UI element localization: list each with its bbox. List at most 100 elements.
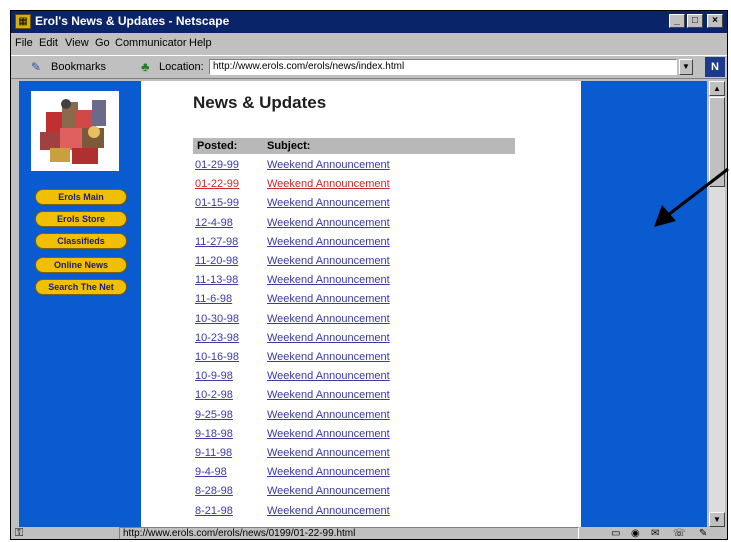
row-subject-link[interactable]: Weekend Announcement <box>267 447 390 459</box>
row-subject-link[interactable]: Weekend Announcement <box>267 428 390 440</box>
page-viewport: Erols Main Erols Store Classifieds Onlin… <box>19 81 707 527</box>
news-page: News & Updates Posted: Subject: 01-29-99… <box>141 81 581 527</box>
table-header: Posted: Subject: <box>193 138 515 154</box>
close-button[interactable]: × <box>707 14 723 28</box>
nav-erols-main[interactable]: Erols Main <box>35 189 127 205</box>
menu-file[interactable]: File <box>15 37 33 49</box>
navigator-icon[interactable]: ◉ <box>631 528 640 539</box>
title-bar: ▦ Erol's News & Updates - Netscape _ □ × <box>11 11 727 33</box>
row-subject-link[interactable]: Weekend Announcement <box>267 409 390 421</box>
row-subject-link[interactable]: Weekend Announcement <box>267 332 390 344</box>
nav-classifieds[interactable]: Classifieds <box>35 233 127 249</box>
discussion-icon[interactable]: ☏ <box>673 528 686 539</box>
table-row: 11-13-98 Weekend Announcement <box>193 274 513 292</box>
table-row: 8-28-98 Weekend Announcement <box>193 485 513 503</box>
scroll-down-button[interactable]: ▼ <box>709 512 725 527</box>
table-row: 11-20-98 Weekend Announcement <box>193 255 513 273</box>
row-subject-link[interactable]: Weekend Announcement <box>267 370 390 382</box>
row-date-link[interactable]: 9-18-98 <box>195 428 233 440</box>
row-date-link[interactable]: 01-22-99 <box>195 178 239 190</box>
row-date-link[interactable]: 10-9-98 <box>195 370 233 382</box>
row-date-link[interactable]: 11-13-98 <box>195 274 238 286</box>
row-date-link[interactable]: 01-15-99 <box>195 197 239 209</box>
table-row: 10-23-98 Weekend Announcement <box>193 332 513 350</box>
mail-icon[interactable]: ✉ <box>651 528 659 539</box>
menu-communicator[interactable]: Communicator <box>115 37 187 49</box>
scroll-up-button[interactable]: ▲ <box>709 81 725 96</box>
bookmarks-button[interactable]: Bookmarks <box>51 61 106 73</box>
row-date-link[interactable]: 10-23-98 <box>195 332 239 344</box>
security-lock-icon[interactable]: ⚿ <box>15 527 23 539</box>
row-date-link[interactable]: 10-16-98 <box>195 351 239 363</box>
maximize-button[interactable]: □ <box>687 14 703 28</box>
row-date-link[interactable]: 9-25-98 <box>195 409 233 421</box>
table-row: 01-22-99 Weekend Announcement <box>193 178 513 196</box>
nav-online-news[interactable]: Online News <box>35 257 127 273</box>
menu-view[interactable]: View <box>65 37 89 49</box>
table-row: 10-30-98 Weekend Announcement <box>193 313 513 331</box>
table-row: 8-21-98 Weekend Announcement <box>193 505 513 523</box>
table-row: 12-4-98 Weekend Announcement <box>193 217 513 235</box>
table-row: 10-2-98 Weekend Announcement <box>193 389 513 407</box>
netscape-icon: ▦ <box>15 14 31 29</box>
browser-window: ▦ Erol's News & Updates - Netscape _ □ ×… <box>10 10 728 540</box>
url-field[interactable]: http://www.erols.com/erols/news/index.ht… <box>209 59 677 75</box>
location-toolbar: ✎ Bookmarks ♣ Location: http://www.erols… <box>11 55 727 79</box>
table-row: 10-16-98 Weekend Announcement <box>193 351 513 369</box>
table-row: 01-15-99 Weekend Announcement <box>193 197 513 215</box>
row-subject-link[interactable]: Weekend Announcement <box>267 389 390 401</box>
menu-edit[interactable]: Edit <box>39 37 58 49</box>
table-row: 11-6-98 Weekend Announcement <box>193 293 513 311</box>
nav-erols-store[interactable]: Erols Store <box>35 211 127 227</box>
location-icon: ♣ <box>141 59 150 74</box>
row-date-link[interactable]: 12-4-98 <box>195 217 233 229</box>
bookmarks-icon[interactable]: ✎ <box>31 60 47 74</box>
left-nav: Erols Main Erols Store Classifieds Onlin… <box>19 81 131 527</box>
table-row: 9-4-98 Weekend Announcement <box>193 466 513 484</box>
nav-search-the-net[interactable]: Search The Net <box>35 279 127 295</box>
row-date-link[interactable]: 01-29-99 <box>195 159 239 171</box>
row-subject-link[interactable]: Weekend Announcement <box>267 485 390 497</box>
row-subject-link[interactable]: Weekend Announcement <box>267 236 390 248</box>
row-subject-link[interactable]: Weekend Announcement <box>267 351 390 363</box>
composer-icon[interactable]: ✎ <box>699 528 707 539</box>
row-subject-link[interactable]: Weekend Announcement <box>267 217 390 229</box>
row-subject-link[interactable]: Weekend Announcement <box>267 197 390 209</box>
menu-bar: File Edit View Go Communicator Help <box>11 34 727 54</box>
logo-collage-icon <box>32 92 118 170</box>
status-text: http://www.erols.com/erols/news/0199/01-… <box>119 527 579 539</box>
table-row: 11-27-98 Weekend Announcement <box>193 236 513 254</box>
table-row: 9-18-98 Weekend Announcement <box>193 428 513 446</box>
row-subject-link[interactable]: Weekend Announcement <box>267 466 390 478</box>
erols-logo[interactable] <box>31 91 119 171</box>
column-posted: Posted: <box>197 140 238 152</box>
row-date-link[interactable]: 11-27-98 <box>195 236 238 248</box>
url-dropdown-button[interactable]: ▼ <box>679 59 693 75</box>
menu-go[interactable]: Go <box>95 37 110 49</box>
row-subject-link[interactable]: Weekend Announcement <box>267 313 390 325</box>
menu-help[interactable]: Help <box>189 37 212 49</box>
row-date-link[interactable]: 8-28-98 <box>195 485 233 497</box>
minimize-button[interactable]: _ <box>669 14 685 28</box>
row-date-link[interactable]: 10-2-98 <box>195 389 233 401</box>
row-date-link[interactable]: 9-4-98 <box>195 466 227 478</box>
row-subject-link[interactable]: Weekend Announcement <box>267 255 390 267</box>
window-title: Erol's News & Updates - Netscape <box>35 14 230 28</box>
page-title: News & Updates <box>193 93 327 112</box>
row-subject-link[interactable]: Weekend Announcement <box>267 293 390 305</box>
row-date-link[interactable]: 9-11-98 <box>195 447 232 459</box>
row-subject-link[interactable]: Weekend Announcement <box>267 505 390 517</box>
location-label: Location: <box>159 61 204 73</box>
netscape-logo[interactable]: N <box>705 57 725 77</box>
row-subject-link[interactable]: Weekend Announcement <box>267 159 390 171</box>
row-date-link[interactable]: 11-20-98 <box>195 255 238 267</box>
row-date-link[interactable]: 10-30-98 <box>195 313 239 325</box>
row-subject-link[interactable]: Weekend Announcement <box>267 178 390 190</box>
row-subject-link[interactable]: Weekend Announcement <box>267 274 390 286</box>
pointer-arrow-icon <box>654 167 729 227</box>
vertical-scrollbar[interactable]: ▲ ▼ <box>709 81 725 527</box>
table-row: 10-9-98 Weekend Announcement <box>193 370 513 388</box>
row-date-link[interactable]: 11-6-98 <box>195 293 232 305</box>
row-date-link[interactable]: 8-21-98 <box>195 505 233 517</box>
table-row: 9-25-98 Weekend Announcement <box>193 409 513 427</box>
